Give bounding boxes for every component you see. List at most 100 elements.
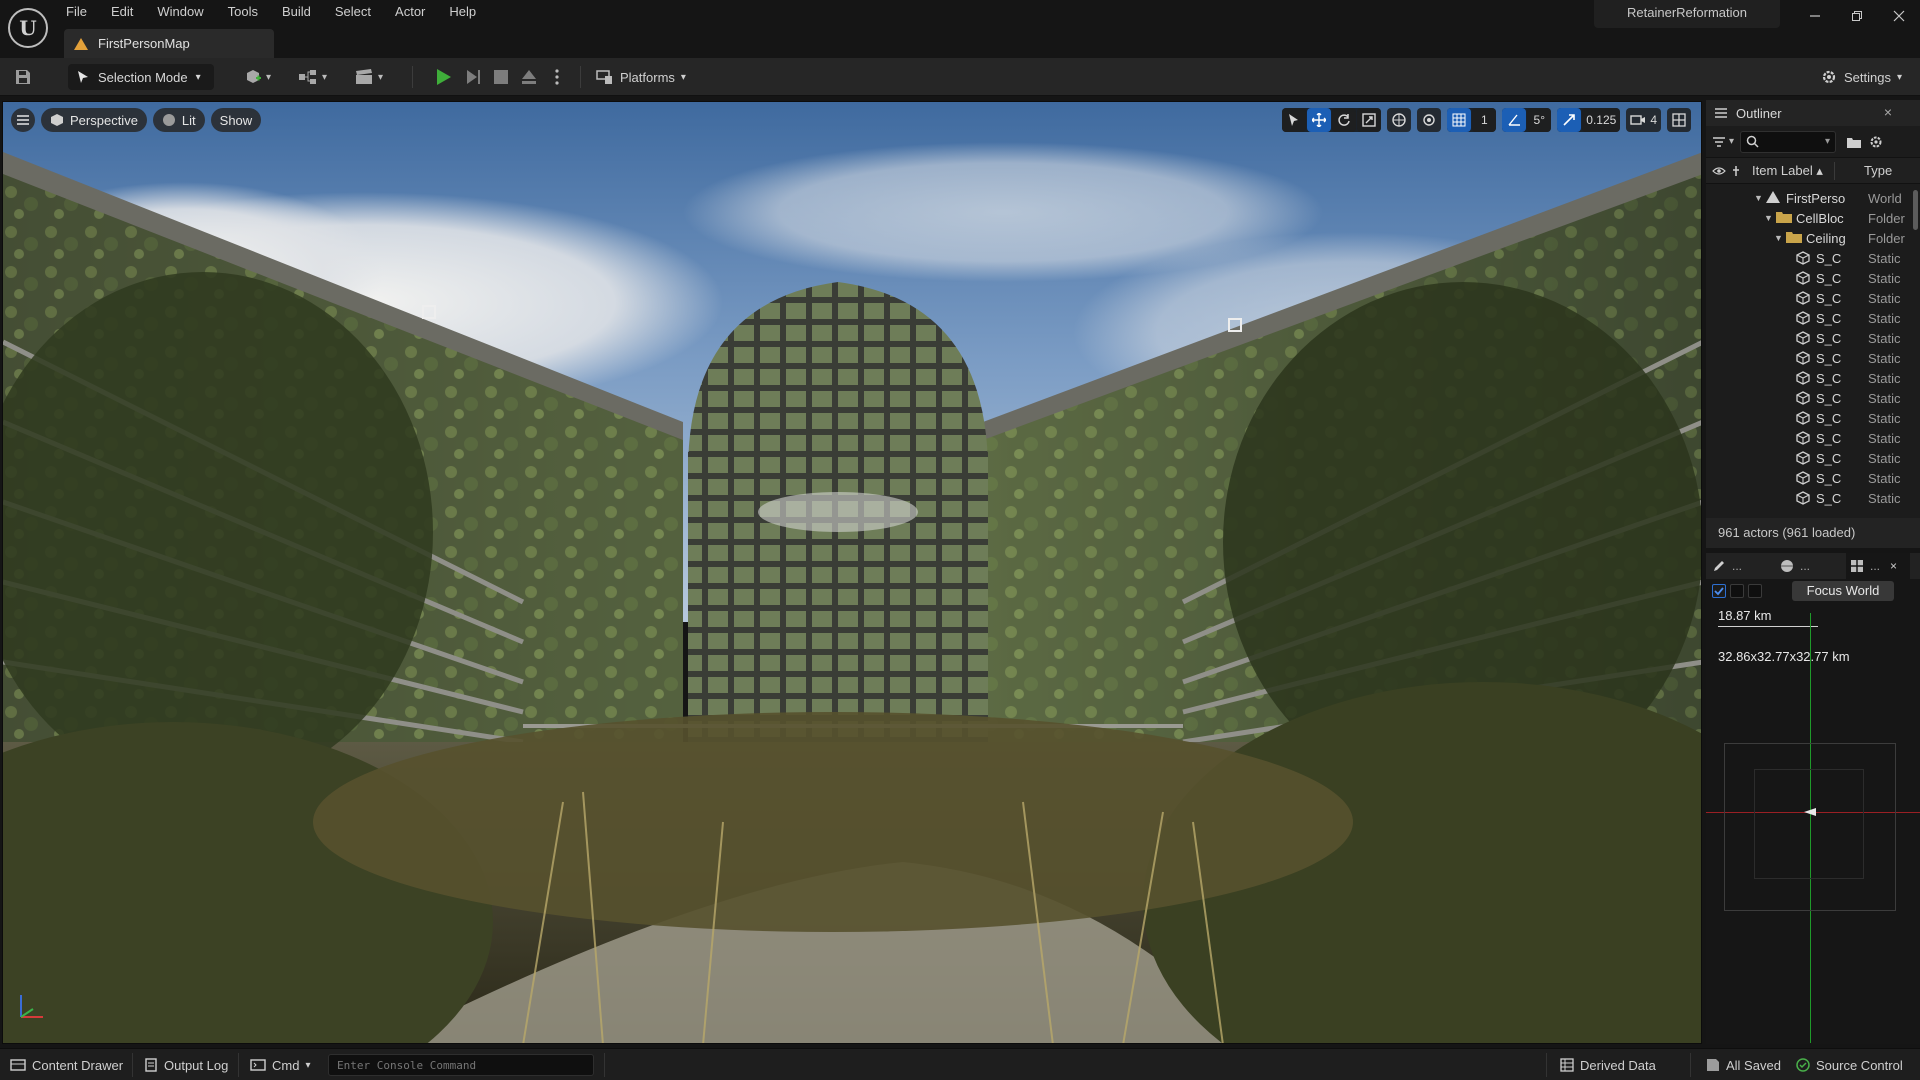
advance-frame-button[interactable] — [462, 66, 484, 88]
menu-build[interactable]: Build — [270, 2, 323, 22]
angle-snap-icon[interactable] — [1502, 108, 1527, 132]
close-icon[interactable]: × — [1890, 559, 1897, 573]
expand-arrow-icon[interactable]: ▼ — [1764, 213, 1773, 223]
grid-snap-icon[interactable] — [1447, 108, 1472, 132]
all-saved-label: All Saved — [1726, 1057, 1781, 1073]
menu-tools[interactable]: Tools — [216, 2, 270, 22]
outliner-scrollbar[interactable] — [1913, 190, 1918, 230]
step-forward-icon — [467, 70, 480, 84]
chevron-down-icon: ▾ — [1729, 136, 1735, 147]
grid-snap-value[interactable]: 1 — [1472, 108, 1497, 132]
checkbox[interactable] — [1748, 584, 1762, 598]
outliner-row[interactable]: S_C Static — [1706, 408, 1920, 428]
all-saved-button[interactable]: All Saved — [1706, 1055, 1781, 1075]
perspective-button[interactable]: Perspective — [41, 108, 147, 132]
scale-tool-icon[interactable] — [1357, 108, 1382, 132]
menu-file[interactable]: File — [66, 2, 99, 22]
save-icon[interactable] — [14, 68, 32, 86]
move-tool-icon[interactable] — [1307, 108, 1332, 132]
outliner-row[interactable]: S_C Static — [1706, 468, 1920, 488]
add-actor-button[interactable]: ▾ — [244, 67, 271, 87]
map-scale-label: 18.87 km — [1718, 608, 1772, 623]
selection-mode-dropdown[interactable]: Selection Mode ▾ — [68, 64, 214, 90]
item-label-column[interactable]: Item Label ▴ — [1752, 163, 1823, 179]
cmd-dropdown[interactable]: Cmd ▾ — [250, 1055, 310, 1075]
unreal-logo-icon[interactable]: U — [8, 8, 48, 48]
minimize-icon[interactable] — [1794, 0, 1836, 32]
outliner-row[interactable]: S_C Static — [1706, 428, 1920, 448]
type-column[interactable]: Type — [1864, 163, 1892, 178]
play-button[interactable] — [432, 66, 454, 88]
content-drawer-button[interactable]: Content Drawer — [10, 1055, 123, 1075]
outliner-row[interactable]: ▼ Ceiling Folder — [1706, 228, 1920, 248]
outliner-row[interactable]: ▼ CellBloc Folder — [1706, 208, 1920, 228]
checkbox-checked[interactable] — [1712, 584, 1726, 598]
menu-window[interactable]: Window — [145, 2, 215, 22]
play-options-button[interactable] — [546, 66, 568, 88]
console-command-input[interactable] — [328, 1054, 594, 1076]
source-control-button[interactable]: Source Control — [1796, 1055, 1903, 1075]
scale-snap-icon[interactable] — [1557, 108, 1582, 132]
camera-speed-button[interactable]: 4 — [1626, 108, 1661, 132]
platforms-icon — [596, 70, 612, 84]
expand-arrow-icon[interactable]: ▼ — [1774, 233, 1783, 243]
focus-world-button[interactable]: Focus World — [1792, 581, 1894, 601]
output-log-button[interactable]: Output Log — [144, 1055, 228, 1075]
tab-world-partition[interactable]: ... × — [1846, 553, 1910, 579]
outliner-row[interactable]: S_C Static — [1706, 388, 1920, 408]
statusbar-divider — [1546, 1053, 1547, 1077]
gear-icon[interactable] — [1868, 134, 1884, 150]
outliner-row[interactable]: S_C Static — [1706, 368, 1920, 388]
surface-snapping-icon[interactable] — [1417, 108, 1442, 132]
menu-help[interactable]: Help — [437, 2, 488, 22]
cinematics-button[interactable]: ▾ — [354, 67, 383, 87]
settings-dropdown[interactable]: Settings ▾ — [1820, 66, 1902, 88]
tab-details[interactable]: ... — [1712, 559, 1742, 573]
select-tool-icon[interactable] — [1282, 108, 1307, 132]
angle-snap-value[interactable]: 5° — [1527, 108, 1552, 132]
outliner-row[interactable]: S_C Static — [1706, 268, 1920, 288]
window-controls — [1794, 0, 1920, 32]
outliner-tab[interactable]: Outliner × — [1706, 100, 1920, 126]
blueprints-button[interactable]: ▾ — [298, 67, 327, 87]
menu-edit[interactable]: Edit — [99, 2, 145, 22]
show-button[interactable]: Show — [210, 108, 262, 132]
close-icon[interactable] — [1878, 0, 1920, 32]
rotate-tool-icon[interactable] — [1332, 108, 1357, 132]
outliner-search-input[interactable]: ▾ — [1740, 130, 1837, 153]
hamburger-menu-icon[interactable] — [11, 108, 35, 132]
viewport-scene[interactable] — [3, 102, 1702, 1044]
level-tab[interactable]: FirstPersonMap — [64, 29, 274, 58]
menu-actor[interactable]: Actor — [383, 2, 437, 22]
checkbox[interactable] — [1730, 584, 1744, 598]
outliner-row[interactable]: S_C Static — [1706, 288, 1920, 308]
outliner-row[interactable]: S_C Static — [1706, 308, 1920, 328]
minimap-canvas[interactable] — [1706, 613, 1920, 1044]
tab-world-settings[interactable]: ... — [1780, 559, 1810, 573]
scale-snap-value[interactable]: 0.125 — [1582, 108, 1621, 132]
world-local-icon[interactable] — [1387, 108, 1412, 132]
visibility-eye-icon[interactable] — [1712, 166, 1726, 176]
expand-arrow-icon[interactable]: ▼ — [1754, 193, 1763, 203]
filter-dropdown[interactable]: ▾ — [1712, 136, 1734, 148]
lit-button[interactable]: Lit — [152, 108, 205, 132]
outliner-row[interactable]: S_C Static — [1706, 348, 1920, 368]
platforms-dropdown[interactable]: Platforms ▾ — [596, 66, 686, 88]
level-viewport[interactable]: Perspective Lit Show 1 5° 0.125 4 — [2, 101, 1702, 1044]
eject-button[interactable] — [518, 66, 540, 88]
statusbar-divider — [238, 1053, 239, 1077]
stop-button[interactable] — [490, 66, 512, 88]
outliner-row[interactable]: S_C Static — [1706, 328, 1920, 348]
menu-select[interactable]: Select — [323, 2, 383, 22]
pin-icon[interactable] — [1732, 165, 1740, 177]
viewport-layout-icon[interactable] — [1667, 108, 1691, 132]
add-folder-icon[interactable] — [1846, 135, 1862, 149]
outliner-row[interactable]: S_C Static — [1706, 488, 1920, 508]
outliner-row[interactable]: S_C Static — [1706, 448, 1920, 468]
outliner-row[interactable]: ▼ FirstPerso World — [1706, 188, 1920, 208]
restore-icon[interactable] — [1836, 0, 1878, 32]
viewport-right-controls: 1 5° 0.125 4 — [1282, 108, 1691, 132]
close-icon[interactable]: × — [1884, 104, 1892, 120]
outliner-row[interactable]: S_C Static — [1706, 248, 1920, 268]
derived-data-button[interactable]: Derived Data — [1560, 1055, 1656, 1075]
